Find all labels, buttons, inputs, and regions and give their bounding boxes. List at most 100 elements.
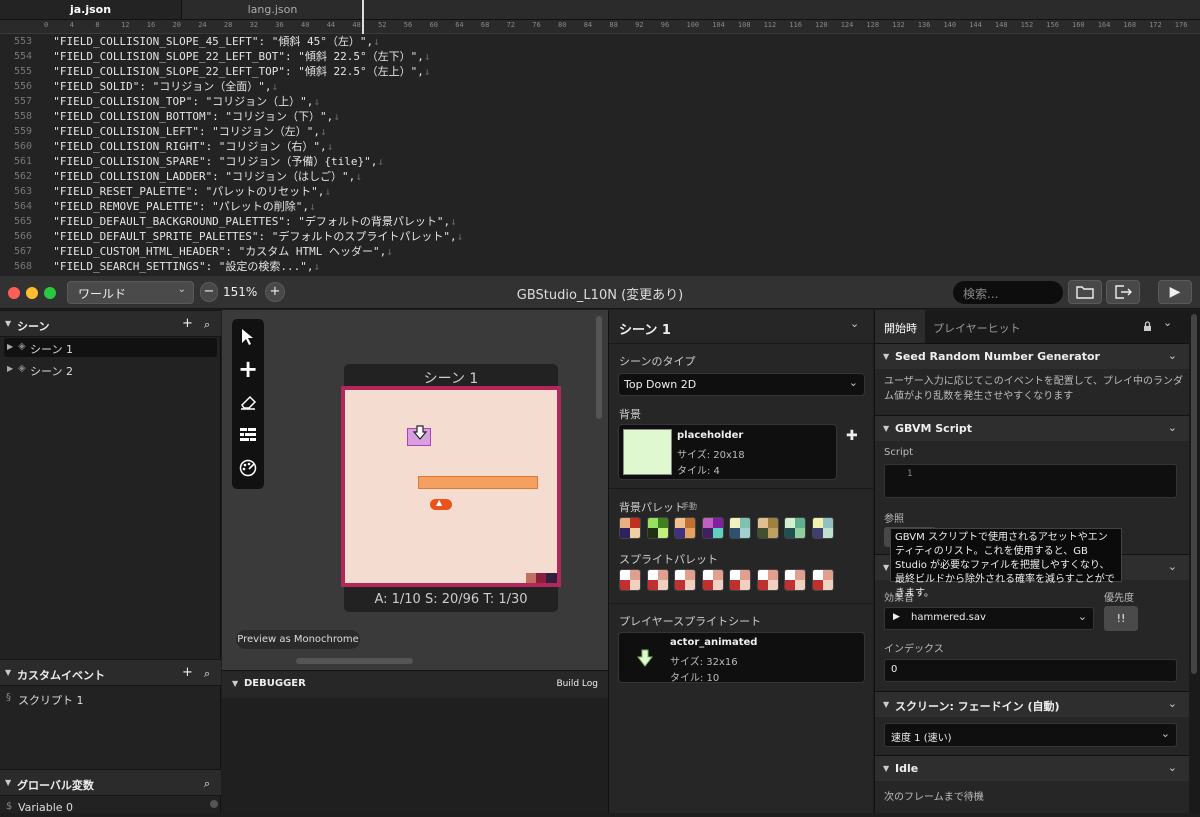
bg-palette-swatch[interactable] xyxy=(674,517,696,539)
scrollbar-thumb[interactable] xyxy=(1191,314,1197,674)
add-custom-event-button[interactable]: + xyxy=(182,665,193,680)
code-line[interactable]: 565 "FIELD_DEFAULT_BACKGROUND_PALETTES":… xyxy=(0,214,1200,229)
palette-color xyxy=(620,518,630,528)
events-scrollbar[interactable] xyxy=(1189,310,1200,813)
sprite-palette-swatch[interactable] xyxy=(646,569,669,591)
palette-tool-button[interactable] xyxy=(232,452,264,484)
player-start-marker[interactable] xyxy=(407,425,431,446)
sprite-palette-swatch[interactable] xyxy=(756,569,779,591)
index-input[interactable]: 0 xyxy=(884,659,1177,682)
zoom-in-button[interactable]: + xyxy=(265,282,285,302)
code-line[interactable]: 559 "FIELD_COLLISION_LEFT": "コリジョン（左）", ↓ xyxy=(0,124,1200,139)
code-line[interactable]: 561 "FIELD_COLLISION_SPARE": "コリジョン（予備）{… xyxy=(0,154,1200,169)
preview-monochrome-button[interactable]: Preview as Monochrome xyxy=(236,630,360,649)
scene-preview[interactable]: ▲ xyxy=(341,386,561,587)
event-fade-header[interactable]: ▼ スクリーン: フェードイン (自動) ⌄ xyxy=(875,691,1189,717)
trigger-marker[interactable]: ▲ xyxy=(430,498,452,510)
code-line[interactable]: 564 "FIELD_REMOVE_PALETTE": "パレットの削除", ↓ xyxy=(0,199,1200,214)
brick-wall-icon xyxy=(240,428,256,441)
scene-type-select[interactable]: Top Down 2D ⌄ xyxy=(618,373,865,396)
scene-title-field[interactable]: シーン 1 xyxy=(619,319,671,338)
scene-list-item[interactable]: ▶ ◈ シーン 2 xyxy=(4,360,217,379)
tab-player-hit[interactable]: プレイヤーヒット xyxy=(933,320,1021,336)
export-button[interactable] xyxy=(1106,280,1140,304)
code-line[interactable]: 556 "FIELD_SOLID": "コリジョン（全面）", ↓ xyxy=(0,79,1200,94)
search-input[interactable]: 検索... xyxy=(953,281,1063,304)
sprite-palette-swatch[interactable] xyxy=(619,569,641,591)
puzzle-piece-icon[interactable]: ✚ xyxy=(846,428,858,444)
code-line[interactable]: 553 "FIELD_COLLISION_SLOPE_45_LEFT": "傾斜… xyxy=(0,34,1200,49)
scene-name: シーン 2 xyxy=(30,365,73,378)
code-line[interactable]: 563 "FIELD_RESET_PALETTE": "パレットのリセット", ↓ xyxy=(0,184,1200,199)
zoom-out-button[interactable]: − xyxy=(200,282,218,302)
sprite-palette-swatch[interactable] xyxy=(674,569,696,591)
maximize-window-button[interactable] xyxy=(44,287,56,299)
code-line[interactable]: 557 "FIELD_COLLISION_TOP": "コリジョン（上）", ↓ xyxy=(0,94,1200,109)
bg-palette-swatch[interactable] xyxy=(784,517,806,539)
search-icon[interactable]: ⌕ xyxy=(204,318,210,332)
code-line[interactable]: 558 "FIELD_COLLISION_BOTTOM": "コリジョン（下）"… xyxy=(0,109,1200,124)
play-button[interactable]: ▶ xyxy=(1158,280,1192,304)
bg-palette-swatch[interactable] xyxy=(811,517,834,539)
sprite-palette-swatch[interactable] xyxy=(701,569,724,591)
fade-speed-select[interactable]: 速度 1 (速い) ⌄ xyxy=(884,723,1177,747)
chevron-down-icon[interactable]: ⌄ xyxy=(1163,316,1172,329)
tab-lang-json[interactable]: lang.json xyxy=(182,0,364,19)
script-editor[interactable]: 1 xyxy=(884,464,1177,498)
code-line[interactable]: 554 "FIELD_COLLISION_SLOPE_22_LEFT_BOT":… xyxy=(0,49,1200,64)
sfx-select[interactable]: ▶ hammered.sav ⌄ xyxy=(884,607,1094,630)
close-window-button[interactable] xyxy=(8,287,20,299)
search-icon[interactable]: ⌕ xyxy=(204,667,210,681)
event-title: Idle xyxy=(895,762,919,775)
canvas-horizontal-scrollbar[interactable] xyxy=(296,658,413,664)
event-idle-header[interactable]: ▼ Idle ⌄ xyxy=(875,755,1189,781)
code-line[interactable]: 567 "FIELD_CUSTOM_HTML_HEADER": "カスタム HT… xyxy=(0,244,1200,259)
chevron-down-icon: ⌄ xyxy=(1167,761,1177,774)
line-text: "FIELD_COLLISION_SLOPE_22_LEFT_BOT": "傾斜… xyxy=(40,50,424,63)
sprite-palette-swatch[interactable] xyxy=(811,569,834,591)
code-lines[interactable]: 553 "FIELD_COLLISION_SLOPE_45_LEFT": "傾斜… xyxy=(0,34,1200,276)
minimize-window-button[interactable] xyxy=(26,287,38,299)
collision-tool-button[interactable] xyxy=(232,419,264,451)
build-log-button[interactable]: Build Log xyxy=(556,679,598,689)
bg-palette-swatch[interactable] xyxy=(729,517,751,539)
player-sprite-picker[interactable]: actor_animated サイズ: 32x16 タイル: 10 xyxy=(618,632,865,684)
bg-palette-swatch[interactable] xyxy=(619,517,641,539)
canvas-vertical-scrollbar[interactable] xyxy=(596,316,602,419)
chevron-down-icon[interactable]: ⌄ xyxy=(850,317,859,330)
play-icon[interactable]: ▶ xyxy=(893,612,900,622)
bg-palette-swatch[interactable] xyxy=(756,517,779,539)
lock-icon[interactable] xyxy=(1143,321,1152,332)
palette-color xyxy=(822,528,833,538)
open-folder-button[interactable] xyxy=(1068,280,1102,304)
debugger-header[interactable]: ▼ DEBUGGER Build Log xyxy=(222,671,608,698)
select-tool-button[interactable] xyxy=(232,321,264,353)
code-line[interactable]: 566 "FIELD_DEFAULT_SPRITE_PALETTES": "デフ… xyxy=(0,229,1200,244)
add-tool-button[interactable]: + xyxy=(232,353,264,385)
bg-palette-swatch[interactable] xyxy=(646,517,669,539)
sprite-palette-swatch[interactable] xyxy=(729,569,751,591)
event-seed-rng-header[interactable]: ▼ Seed Random Number Generator ⌄ xyxy=(875,343,1189,369)
bg-palette-swatch[interactable] xyxy=(701,517,724,539)
sprite-palette-swatch[interactable] xyxy=(784,569,806,591)
bg-palette-mode[interactable]: 手動 xyxy=(681,501,697,512)
code-line[interactable]: 568 "FIELD_SEARCH_SETTINGS": "設定の検索...",… xyxy=(0,259,1200,274)
event-gbvm-header[interactable]: ▼ GBVM Script ⌄ xyxy=(875,415,1189,441)
add-scene-button[interactable]: + xyxy=(182,316,193,331)
search-icon[interactable]: ⌕ xyxy=(204,777,210,791)
eraser-tool-button[interactable] xyxy=(232,386,264,418)
scenes-section-header[interactable]: ▼ シーン + ⌕ xyxy=(0,310,221,337)
priority-button[interactable]: !! xyxy=(1104,606,1138,631)
tab-on-start[interactable]: 開始時 xyxy=(884,320,917,336)
code-line[interactable]: 562 "FIELD_COLLISION_LADDER": "コリジョン（はしご… xyxy=(0,169,1200,184)
scene-list-item[interactable]: ▶ ◈ シーン 1 xyxy=(4,338,217,357)
code-line[interactable]: 560 "FIELD_COLLISION_RIGHT": "コリジョン（右）",… xyxy=(0,139,1200,154)
code-line[interactable]: 555 "FIELD_COLLISION_SLOPE_22_LEFT_TOP":… xyxy=(0,64,1200,79)
custom-events-section-header[interactable]: ▼ カスタムイベント + ⌕ xyxy=(0,659,221,686)
background-picker[interactable]: placeholder サイズ: 20x18 タイル: 4 xyxy=(618,424,837,480)
view-select[interactable]: ワールド ⌄ xyxy=(67,281,194,304)
variable-list-item[interactable]: $ Variable 0 xyxy=(4,798,218,817)
script-list-item[interactable]: § スクリプト 1 xyxy=(4,689,217,708)
tab-ja-json[interactable]: ja.json xyxy=(0,0,182,19)
globals-section-header[interactable]: ▼ グローバル変数 ⌕ xyxy=(0,769,221,796)
